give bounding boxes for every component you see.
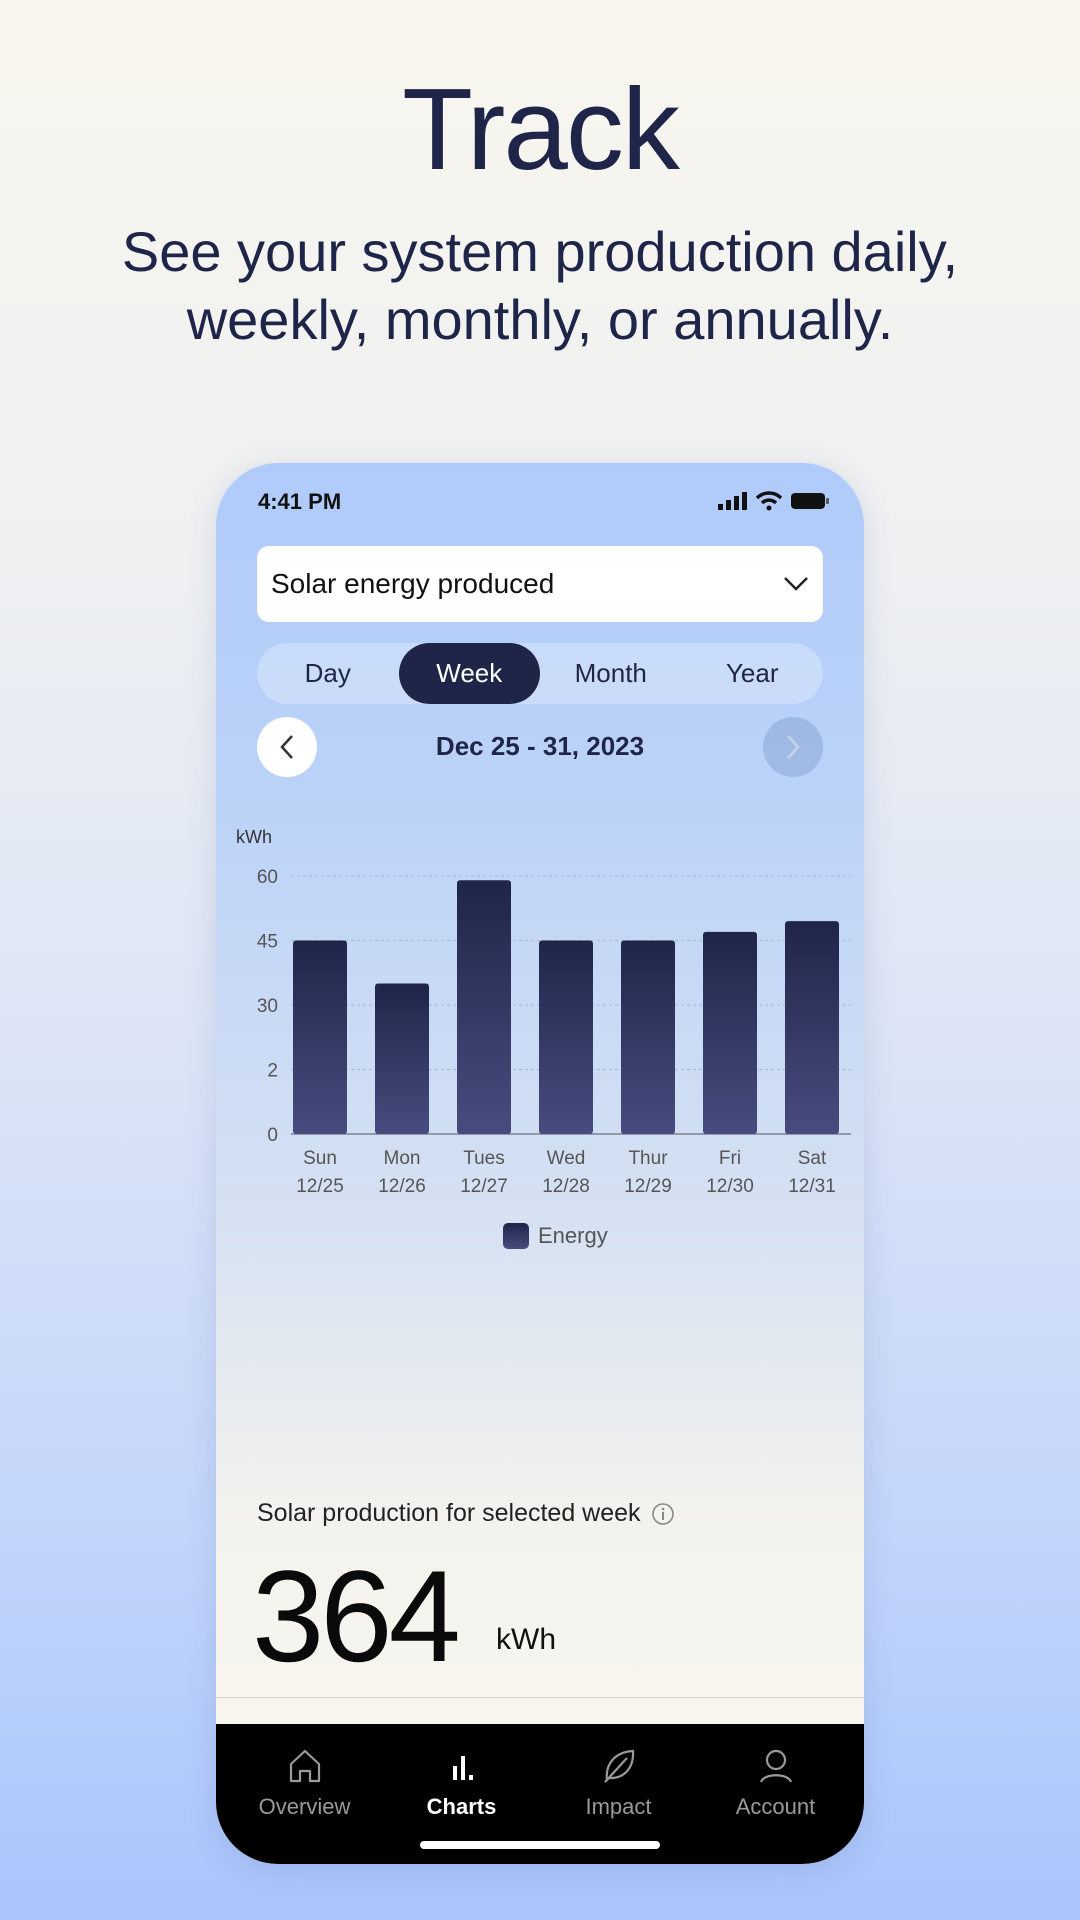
tab-day[interactable]: Day: [257, 643, 399, 704]
x-tick-day: Wed: [547, 1148, 586, 1169]
tab-month[interactable]: Month: [540, 643, 682, 704]
hero-title: Track: [402, 64, 680, 194]
nav-overview-label: Overview: [258, 1794, 351, 1819]
status-icons: [718, 491, 830, 511]
bar-mon: [375, 983, 429, 1134]
tab-week[interactable]: Week: [398, 643, 540, 704]
chevron-right-icon: [787, 735, 800, 759]
bar-sat: [785, 921, 839, 1134]
x-tick-date: 12/30: [706, 1176, 754, 1197]
x-tick-day: Sat: [798, 1148, 827, 1169]
x-tick-day: Fri: [719, 1148, 741, 1169]
bar-thur: [621, 940, 675, 1134]
bar-tues: [457, 880, 511, 1134]
y-tick-label: 2: [267, 1061, 278, 1082]
period-segmented-control: Day Week Month Year: [257, 643, 823, 704]
user-icon: [759, 1749, 792, 1783]
nav-account-label: Account: [735, 1794, 816, 1819]
bar-wed: [539, 940, 593, 1134]
nav-impact-label: Impact: [585, 1794, 652, 1819]
nav-account[interactable]: Account: [697, 1724, 854, 1864]
x-tick-day: Thur: [628, 1148, 668, 1169]
summary-unit: kWh: [496, 1623, 556, 1656]
legend-swatch: [503, 1223, 529, 1249]
x-tick-date: 12/26: [378, 1176, 426, 1197]
info-icon[interactable]: [651, 1502, 675, 1526]
divider: [216, 1697, 864, 1698]
y-tick-label: 60: [257, 867, 278, 888]
phone-screen: 4:41 PM Solar energy produced Day Week M…: [216, 463, 864, 1864]
home-indicator: [420, 1841, 660, 1849]
x-tick-day: Sun: [303, 1148, 337, 1169]
y-axis-label: kWh: [236, 827, 272, 847]
x-tick-date: 12/31: [788, 1176, 836, 1197]
energy-bar-chart: kWh 0 2 30 45 60 Sun 12/25 Mon 12/26 Tues 12/27 Wed…: [236, 827, 851, 1249]
dropdown-value: Solar energy produced: [271, 568, 555, 599]
bar-fri: [703, 931, 757, 1134]
metric-dropdown[interactable]: Solar energy produced: [257, 546, 823, 622]
chevron-down-icon: [784, 577, 808, 591]
x-tick-date: 12/29: [624, 1176, 672, 1197]
summary-label: Solar production for selected week: [257, 1499, 675, 1528]
y-tick-label: 30: [257, 996, 278, 1017]
battery-icon: [791, 493, 829, 509]
wifi-icon: [756, 491, 782, 511]
next-period-button[interactable]: [763, 717, 823, 777]
x-tick-date: 12/25: [296, 1176, 344, 1197]
x-tick-day: Mon: [384, 1148, 421, 1169]
legend-label: Energy: [538, 1223, 608, 1248]
bar-chart-icon: [452, 1756, 473, 1780]
y-tick-label: 0: [267, 1125, 278, 1146]
tab-year[interactable]: Year: [682, 643, 824, 704]
signal-icon: [718, 492, 747, 510]
summary-label-text: Solar production for selected week: [257, 1499, 641, 1527]
x-tick-date: 12/27: [460, 1176, 508, 1197]
nav-overview[interactable]: Overview: [226, 1724, 383, 1864]
nav-charts-label: Charts: [426, 1794, 497, 1819]
hero-subtitle: See your system production daily, weekly…: [121, 220, 959, 351]
summary-value: 364: [252, 1543, 461, 1689]
y-tick-label: 45: [257, 932, 278, 953]
status-time: 4:41 PM: [258, 489, 342, 514]
leaf-icon: [603, 1749, 634, 1783]
x-tick-day: Tues: [463, 1148, 505, 1169]
x-tick-date: 12/28: [542, 1176, 590, 1197]
bar-sun: [293, 940, 347, 1134]
home-icon: [289, 1749, 320, 1783]
